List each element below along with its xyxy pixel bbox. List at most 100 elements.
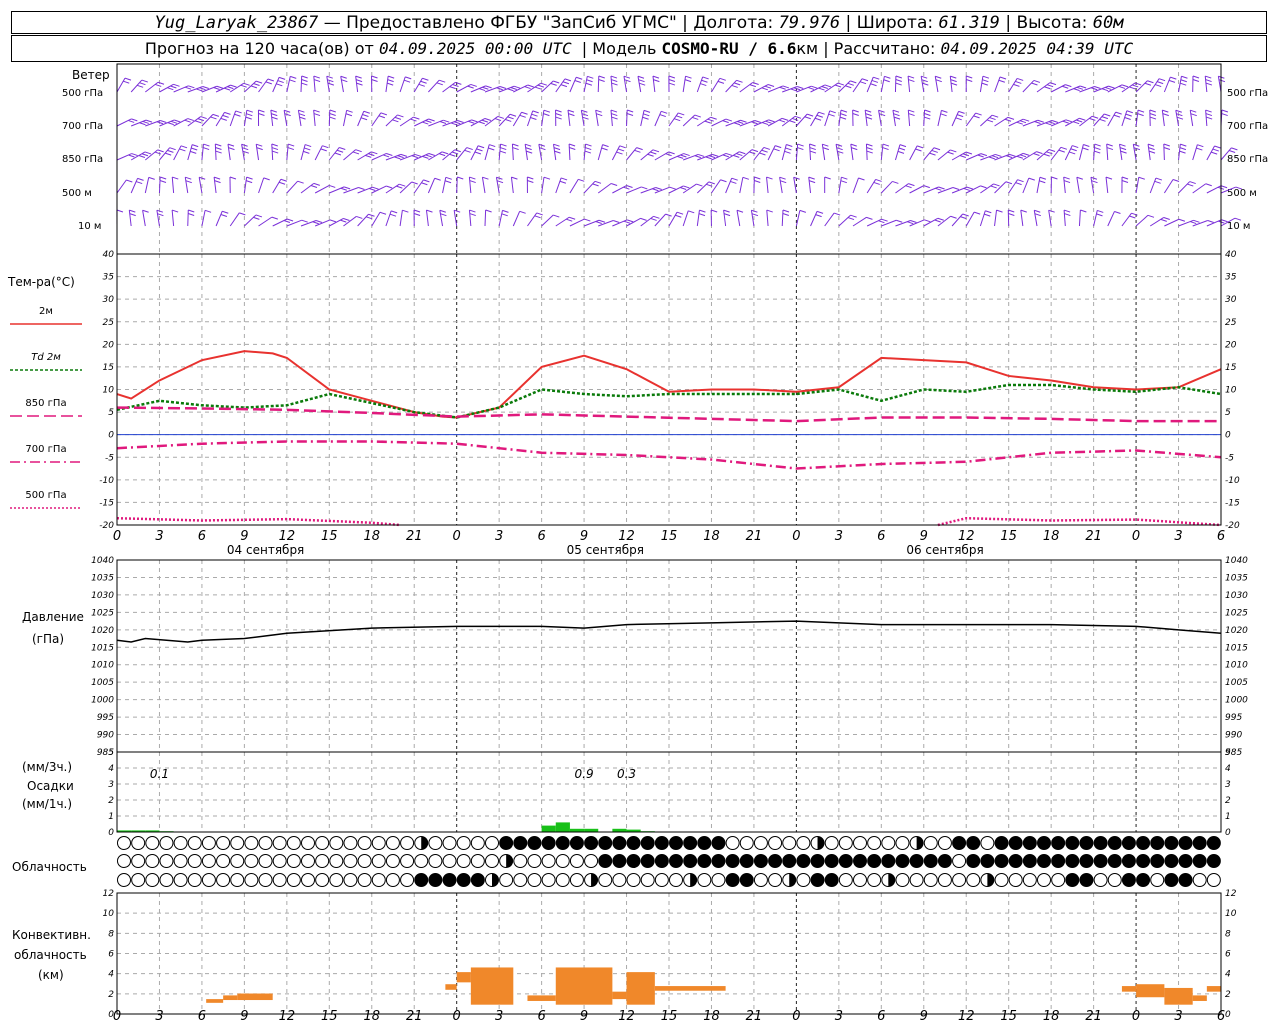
- wind-barb: [241, 143, 249, 161]
- wind-barb-flag: [712, 153, 719, 157]
- wind-barb-flag: [485, 85, 492, 89]
- pressure-axis-tick-label: 1010: [91, 661, 114, 671]
- cloud-symbol: [1136, 873, 1151, 887]
- wind-barb: [1093, 143, 1101, 161]
- wind-barb-flag: [707, 118, 714, 122]
- wind-barb-staff: [116, 153, 132, 161]
- wind-barb-flag: [387, 79, 394, 83]
- wind-barb: [767, 117, 789, 127]
- wind-barb-flag: [576, 76, 583, 80]
- wind-barb-flag: [131, 118, 138, 122]
- temp-x-tick-label: 12: [958, 529, 975, 544]
- wind-barb-flag: [1105, 86, 1112, 90]
- wind-barb-flag: [128, 119, 135, 123]
- precip-amount-label: 0.9: [575, 767, 594, 781]
- wind-barb-flag: [507, 88, 514, 92]
- wind-barb-staff: [144, 149, 158, 161]
- wind-barb-flag: [988, 156, 995, 160]
- cloud-symbol: [739, 854, 754, 868]
- wind-barb-flag: [685, 75, 692, 79]
- wind-barb: [314, 145, 329, 161]
- wind-barb-staff: [880, 181, 893, 194]
- pressure-axis-tick-label: 1020: [1225, 626, 1248, 636]
- cloud-symbol: [909, 873, 924, 887]
- wind-barb-staff: [171, 210, 175, 227]
- wind-barb-flag: [1036, 151, 1043, 155]
- cloud-symbol: [725, 873, 740, 887]
- wind-barb: [258, 177, 270, 194]
- wind-barb-flag: [511, 176, 518, 180]
- wind-barb-flag: [1080, 209, 1087, 213]
- wind-barb: [456, 147, 473, 161]
- wind-barb-flag: [246, 113, 253, 117]
- wind-barb-flag: [980, 153, 988, 157]
- wind-barb-flag: [934, 219, 941, 223]
- wind-barb-staff: [795, 210, 801, 227]
- wind-barb-flag: [1125, 113, 1132, 117]
- cloud-symbol: [853, 873, 867, 887]
- wind-barb-flag: [313, 75, 320, 79]
- wind-barb: [1189, 109, 1197, 127]
- cloud-symbol: [1065, 873, 1080, 887]
- wind-barb: [428, 79, 446, 93]
- cloud-symbol-half: [591, 873, 598, 887]
- wind-barb-flag: [684, 79, 692, 83]
- wind-barb-flag: [704, 120, 711, 124]
- wind-barb-flag: [553, 147, 561, 151]
- wind-barb-flag: [1181, 75, 1188, 79]
- wind-barb: [652, 75, 660, 93]
- wind-barb: [524, 143, 533, 161]
- wind-barb-flag: [751, 149, 759, 153]
- wind-barb-flag: [1063, 180, 1071, 184]
- wind-barb-flag: [142, 209, 149, 213]
- wind-barb-flag: [1063, 209, 1071, 213]
- wind-barb-flag: [1214, 145, 1221, 149]
- wind-barb-staff: [1107, 111, 1117, 127]
- wind-barb-flag: [392, 119, 399, 123]
- wind-barb-flag: [1076, 119, 1083, 123]
- wind-barb-flag: [708, 155, 716, 159]
- wind-barb-flag: [1034, 121, 1041, 125]
- wind-barb-flag: [1190, 109, 1197, 113]
- cloud-symbol: [1022, 836, 1037, 850]
- cloud-symbol: [414, 854, 429, 868]
- wind-barb-flag: [839, 116, 847, 120]
- temp-x-tick-label: 18: [703, 529, 720, 544]
- wind-barb-flag: [824, 84, 832, 88]
- cloud-symbol: [555, 873, 570, 887]
- cloud-symbol: [1107, 873, 1122, 887]
- wind-barb-flag: [669, 186, 676, 190]
- wind-barb-staff: [569, 218, 585, 227]
- cloud-symbol: [1206, 854, 1221, 868]
- pressure-axis-tick-label: 1040: [1225, 556, 1248, 566]
- wind-barb-flag: [410, 118, 417, 122]
- wind-barb-staff: [1132, 144, 1137, 161]
- wind-barb-staff: [711, 179, 721, 194]
- wind-barb: [880, 180, 899, 194]
- wind-barb-flag: [837, 150, 844, 154]
- cloud-symbol: [258, 854, 273, 868]
- wind-barb: [130, 177, 144, 194]
- conv-axis-tick-label: 12: [103, 889, 115, 899]
- wind-barb-flag: [380, 112, 388, 116]
- cloud-symbol: [1150, 873, 1165, 887]
- wind-barb: [116, 209, 124, 227]
- conv-x-tick-label: 21: [1085, 1009, 1102, 1024]
- wind-barb-flag: [202, 86, 209, 89]
- pressure-axis-tick-label: 1040: [91, 556, 114, 566]
- wind-barb-flag: [991, 155, 999, 159]
- wind-barb-flag: [467, 85, 474, 89]
- wind-barb-staff: [937, 215, 951, 227]
- cloud-symbol: [994, 854, 1009, 868]
- pressure-axis-tick-label: 1005: [91, 678, 114, 688]
- wind-barb-flag: [737, 121, 744, 124]
- cloud-symbol: [1121, 873, 1136, 887]
- wind-barb-flag: [866, 147, 873, 151]
- wind-barb-staff: [511, 143, 514, 161]
- wind-barb-flag: [725, 152, 733, 156]
- wind-barb-flag: [882, 143, 890, 147]
- wind-barb-flag: [167, 87, 174, 91]
- temp-axis-tick-label: -10: [1225, 476, 1240, 486]
- wind-barb-flag: [611, 113, 618, 117]
- wind-barb: [878, 109, 886, 127]
